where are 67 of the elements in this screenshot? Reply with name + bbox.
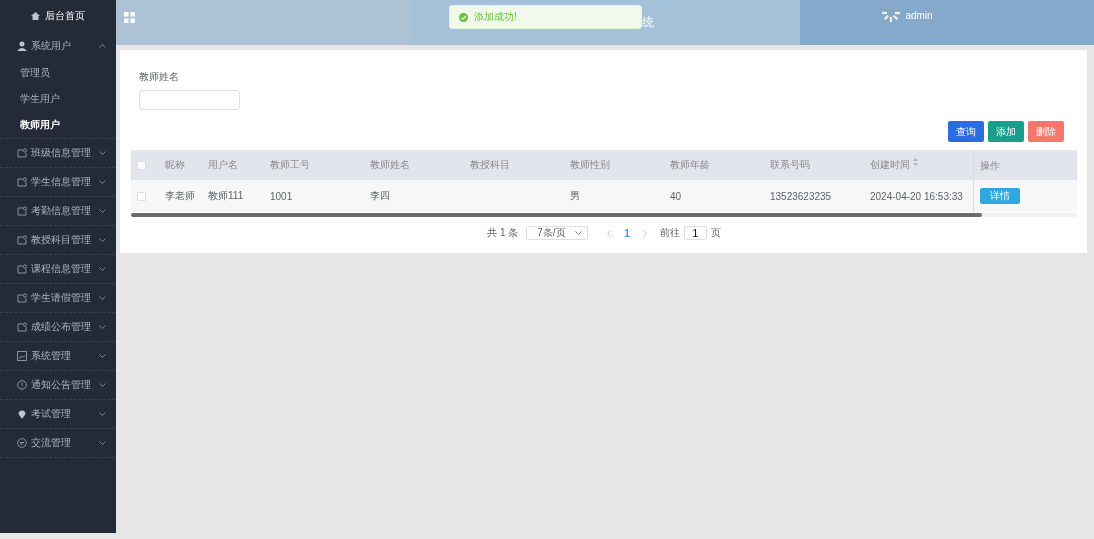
sidebar-menu-item[interactable]: 考勤信息管理 [0, 197, 116, 225]
document-icon [17, 235, 27, 245]
previous-page-icon [607, 229, 612, 237]
table-cell: 40 [670, 190, 682, 202]
page-size-select[interactable]: 7条/页 [526, 226, 589, 240]
loading-spinner-icon [881, 3, 902, 23]
sidebar-menu-item[interactable]: 学生信息管理 [0, 168, 116, 196]
document-icon [17, 148, 27, 158]
column-header: 昵称 [165, 158, 185, 172]
document-icon [17, 177, 27, 187]
image-icon [17, 351, 27, 361]
goto-label: 前往 [659, 226, 680, 240]
horizontal-scrollbar[interactable] [131, 213, 982, 217]
sidebar-menu-item[interactable]: 系统管理 [0, 342, 116, 370]
sidebar-menu-item[interactable]: 课程信息管理 [0, 255, 116, 283]
select-all-checkbox[interactable] [137, 160, 146, 170]
chat-icon [17, 438, 27, 448]
sidebar-menu-item[interactable]: 学生请假管理 [0, 284, 116, 312]
document-icon [17, 264, 27, 274]
submenu-item[interactable]: 学生用户 [0, 86, 116, 112]
column-header: 教师性别 [570, 158, 610, 172]
submenu-item[interactable]: 管理员 [0, 60, 116, 86]
sidebar-menu-item[interactable]: 教授科目管理 [0, 226, 116, 254]
next-page-icon [642, 229, 647, 237]
document-icon [17, 206, 27, 216]
dropdown-caret-icon [575, 231, 583, 235]
toast-message: 添加成功! [474, 10, 517, 24]
table-cell: 男 [570, 189, 580, 203]
column-header: 创建时间 [870, 158, 910, 172]
sidebar-menu-item[interactable]: 通知公告管理 [0, 371, 116, 399]
field-label: 教师姓名 [139, 70, 180, 84]
sidebar-menu-item[interactable]: 交流管理 [0, 429, 116, 457]
person-icon [17, 41, 27, 51]
table-cell: 李老师 [165, 189, 195, 203]
column-header: 教师姓名 [370, 158, 410, 172]
document-icon [17, 293, 27, 303]
search-field[interactable] [139, 90, 240, 110]
sidebar-menu-item[interactable]: 成绩公布管理 [0, 313, 116, 341]
username: admin [905, 10, 933, 21]
column-header: 联系号码 [770, 158, 810, 172]
column-header: 教师工号 [270, 158, 310, 172]
sidebar-menu-item[interactable]: 系统用户 [0, 32, 116, 60]
total-count: 共 1 条 [487, 226, 519, 240]
document-icon [17, 322, 27, 332]
location-pin-icon [17, 409, 27, 419]
table-cell: 李四 [370, 189, 390, 203]
page-suffix: 页 [710, 226, 721, 240]
check-circle-icon [459, 12, 468, 22]
home-menu-item[interactable]: 后台首页 [0, 0, 116, 32]
column-header: 操作 [980, 159, 1000, 173]
column-header: 教师年龄 [670, 158, 710, 172]
page-jump-field[interactable]: 1 [683, 226, 707, 240]
column-header: 用户名 [208, 158, 238, 172]
table-cell: 13523623235 [770, 190, 832, 202]
column-header: 教授科目 [470, 158, 510, 172]
table-cell: 1001 [270, 190, 293, 202]
info-icon [17, 380, 27, 390]
app-title: 统 [642, 14, 654, 31]
action-button[interactable]: 查询 [948, 121, 984, 142]
sidebar-menu-item[interactable]: 班级信息管理 [0, 139, 116, 167]
grid-icon [124, 12, 135, 23]
table-cell: 2024-04-20 16:53:33 [870, 190, 963, 202]
table-cell: 教师111 [208, 189, 244, 203]
home-icon [31, 12, 40, 20]
sidebar-menu-item[interactable]: 考试管理 [0, 400, 116, 428]
row-checkbox[interactable] [137, 191, 146, 201]
submenu-item[interactable]: 教师用户 [0, 112, 116, 138]
